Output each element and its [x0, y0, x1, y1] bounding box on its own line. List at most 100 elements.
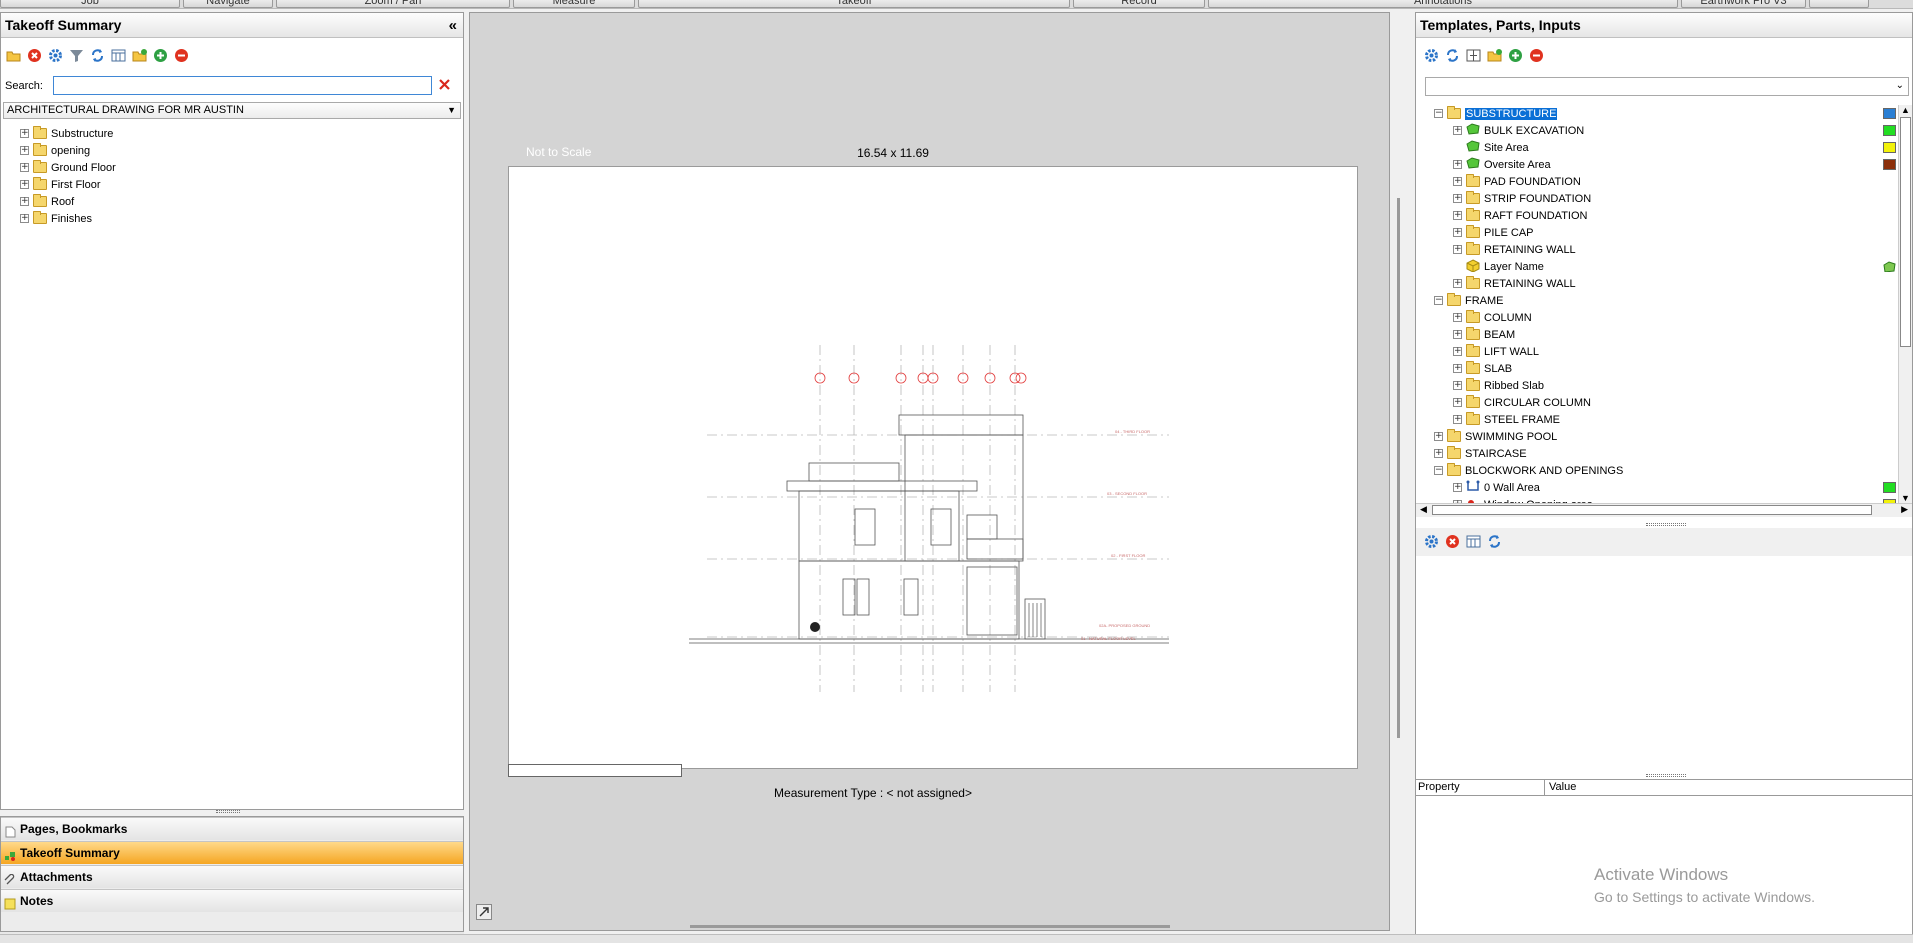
color-swatch[interactable]: [1883, 159, 1896, 170]
menu-tab-annotations[interactable]: Annotations: [1208, 0, 1678, 8]
collapse-icon[interactable]: −: [1434, 109, 1443, 118]
splitter-grip[interactable]: [1646, 774, 1686, 777]
refresh-icon[interactable]: [1487, 534, 1502, 549]
color-swatch[interactable]: [1883, 261, 1896, 273]
accordion-takeoff-summary[interactable]: Takeoff Summary: [1, 841, 463, 864]
gear-icon[interactable]: [48, 48, 63, 63]
splitter-grip[interactable]: [1646, 523, 1686, 526]
delete-icon[interactable]: [1445, 534, 1460, 549]
new-folder-icon[interactable]: [1487, 48, 1502, 63]
template-tree-item[interactable]: − SUBSTRUCTURE: [1434, 105, 1558, 122]
template-tree-item[interactable]: + BEAM: [1453, 326, 1515, 343]
open-folder-icon[interactable]: [6, 48, 21, 63]
scroll-up-icon[interactable]: ▲: [1901, 105, 1910, 115]
expand-icon[interactable]: +: [1453, 279, 1462, 288]
expand-icon[interactable]: +: [1453, 347, 1462, 356]
expand-icon[interactable]: +: [1453, 381, 1462, 390]
color-swatch[interactable]: [1883, 125, 1896, 136]
color-swatch[interactable]: [1883, 142, 1896, 153]
template-tree-item[interactable]: + COLUMN: [1453, 309, 1532, 326]
drawing-canvas[interactable]: Not to Scale 16.54 x 11.69 04 - THIRD FL…: [469, 12, 1400, 931]
expand-icon[interactable]: +: [1453, 364, 1462, 373]
tree-item[interactable]: + opening: [20, 142, 90, 159]
template-tree-item[interactable]: + RETAINING WALL: [1453, 241, 1576, 258]
scroll-down-icon[interactable]: ▼: [1901, 493, 1910, 503]
template-tree-item[interactable]: + STRIP FOUNDATION: [1453, 190, 1591, 207]
menu-tab-takeoff[interactable]: Takeoff: [638, 0, 1070, 8]
template-tree-item[interactable]: Site Area: [1453, 139, 1529, 156]
menu-tab-extra[interactable]: [1809, 0, 1869, 8]
expand-icon[interactable]: +: [1434, 449, 1443, 458]
template-tree-item[interactable]: − BLOCKWORK AND OPENINGS: [1434, 462, 1623, 479]
drawing-sheet[interactable]: 04 - THIRD FLOOR 03 - SECOND FLOOR 02 - …: [508, 166, 1358, 769]
expand-icon[interactable]: +: [20, 214, 29, 223]
template-tree-item[interactable]: + STAIRCASE: [1434, 445, 1527, 462]
accordion-attachments[interactable]: Attachments: [1, 865, 463, 888]
template-tree-item[interactable]: + CIRCULAR COLUMN: [1453, 394, 1591, 411]
template-tree-item[interactable]: + RETAINING WALL: [1453, 275, 1576, 292]
menu-tab-zoom-pan[interactable]: Zoom / Pan: [276, 0, 510, 8]
drawing-select[interactable]: ARCHITECTURAL DRAWING FOR MR AUSTIN ▼: [3, 102, 461, 119]
expand-icon[interactable]: +: [1453, 126, 1462, 135]
expand-icon[interactable]: +: [1453, 177, 1462, 186]
menu-tab-navigate[interactable]: Navigate: [183, 0, 273, 8]
gear-icon[interactable]: [1424, 534, 1439, 549]
table-icon[interactable]: [1466, 534, 1481, 549]
expand-icon[interactable]: +: [1453, 160, 1462, 169]
add-icon[interactable]: [1508, 48, 1523, 63]
template-select[interactable]: ⌄: [1425, 77, 1909, 96]
split-icon[interactable]: [1466, 48, 1481, 63]
tree-item[interactable]: + Substructure: [20, 125, 113, 142]
refresh-icon[interactable]: [90, 48, 105, 63]
expand-icon[interactable]: +: [1453, 228, 1462, 237]
delete-icon[interactable]: [27, 48, 42, 63]
template-tree-item[interactable]: + SLAB: [1453, 360, 1512, 377]
expand-icon[interactable]: +: [1453, 483, 1462, 492]
clear-search-icon[interactable]: [435, 75, 453, 93]
expand-icon[interactable]: +: [1453, 211, 1462, 220]
accordion-pages-bookmarks[interactable]: Pages, Bookmarks: [1, 817, 463, 840]
expand-icon[interactable]: +: [1453, 313, 1462, 322]
expand-icon[interactable]: +: [20, 180, 29, 189]
refresh-icon[interactable]: [1445, 48, 1460, 63]
horizontal-scrollbar[interactable]: [690, 925, 1170, 928]
scroll-thumb[interactable]: [1900, 117, 1911, 347]
expand-icon[interactable]: +: [20, 146, 29, 155]
gear-icon[interactable]: [1424, 48, 1439, 63]
remove-icon[interactable]: [174, 48, 189, 63]
expand-icon[interactable]: +: [20, 163, 29, 172]
collapse-icon[interactable]: −: [1434, 466, 1443, 475]
splitter-grip[interactable]: [216, 810, 240, 813]
property-column-header[interactable]: Property: [1418, 781, 1460, 793]
table-icon[interactable]: [111, 48, 126, 63]
new-folder-icon[interactable]: [132, 48, 147, 63]
tree-item[interactable]: + Finishes: [20, 210, 92, 227]
remove-icon[interactable]: [1529, 48, 1544, 63]
template-tree-item[interactable]: +0 Wall Area: [1453, 479, 1540, 496]
template-tree-item[interactable]: + RAFT FOUNDATION: [1453, 207, 1587, 224]
vertical-scrollbar[interactable]: [1397, 198, 1400, 738]
template-tree-item[interactable]: + STEEL FRAME: [1453, 411, 1560, 428]
template-tree-item[interactable]: + SWIMMING POOL: [1434, 428, 1557, 445]
template-tree-item[interactable]: + LIFT WALL: [1453, 343, 1539, 360]
tree-vertical-scrollbar[interactable]: ▲ ▼: [1898, 105, 1912, 503]
accordion-notes[interactable]: Notes: [1, 889, 463, 912]
template-tree-item[interactable]: + Ribbed Slab: [1453, 377, 1544, 394]
expand-icon[interactable]: +: [1453, 245, 1462, 254]
collapse-icon[interactable]: −: [1434, 296, 1443, 305]
menu-tab-record[interactable]: Record: [1073, 0, 1205, 8]
expand-icon[interactable]: +: [1434, 432, 1443, 441]
scroll-right-icon[interactable]: ▶: [1901, 504, 1908, 515]
tree-horizontal-scrollbar[interactable]: ◀ ▶: [1416, 503, 1912, 517]
filter-icon[interactable]: [69, 48, 84, 63]
color-swatch[interactable]: [1883, 482, 1896, 493]
template-tree-item[interactable]: Layer Name: [1453, 258, 1544, 275]
template-tree-item[interactable]: + PILE CAP: [1453, 224, 1534, 241]
tree-item[interactable]: + Ground Floor: [20, 159, 116, 176]
expand-arrow-icon[interactable]: [476, 904, 492, 920]
menu-tab-job[interactable]: Job: [0, 0, 180, 8]
scroll-left-icon[interactable]: ◀: [1420, 504, 1427, 515]
collapse-panel-button[interactable]: «: [449, 13, 457, 38]
expand-icon[interactable]: +: [1453, 194, 1462, 203]
add-icon[interactable]: [153, 48, 168, 63]
